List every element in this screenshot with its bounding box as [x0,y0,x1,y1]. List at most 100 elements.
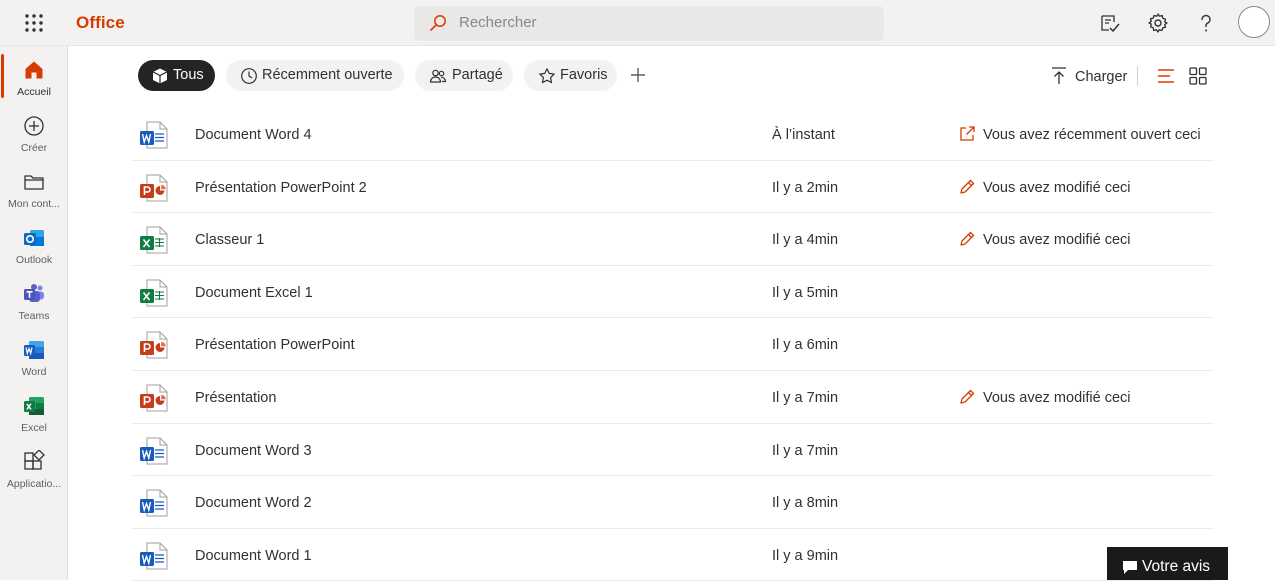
file-row[interactable]: Classeur 1 Il y a 4min Vous avez modifié c… [132,213,1214,266]
rail-item-label: Teams [18,310,50,322]
search-box[interactable] [415,6,883,39]
pencil-icon [958,388,976,406]
pencil-icon [958,230,976,248]
chat-icon [1123,561,1137,574]
file-modified-time: Il y a 7min [772,442,839,459]
rail-item-teams[interactable]: Teams [0,274,68,326]
excel-file-icon [139,225,169,255]
feedback-button[interactable]: Votre avis [1107,547,1228,580]
file-modified-time: Il y a 6min [772,337,839,354]
rail-item-my-content[interactable]: Mon cont... [0,162,68,214]
pencil-icon [958,178,976,196]
file-row[interactable]: Document Word 4 À l’instant Vous avez réce… [132,108,1214,161]
filter-tab-label: Partagé [452,67,503,83]
teams-icon [24,284,44,302]
account-avatar[interactable] [1238,6,1270,38]
filter-tab-label: Récemment ouverte [262,67,393,83]
file-modified-time: Il y a 5min [772,284,839,301]
add-circle-icon [24,116,44,136]
file-row[interactable]: Document Word 3 Il y a 7min [132,424,1214,477]
search-input[interactable] [459,6,859,39]
upload-label: Charger [1075,69,1128,85]
file-modified-time: Il y a 7min [772,389,839,406]
rail-item-create[interactable]: Créer [0,106,68,158]
rail-item-label: Applicatio... [6,478,62,490]
word-icon [24,341,44,359]
office-brand[interactable]: Office [76,13,125,33]
apps-icon [24,450,45,470]
file-name[interactable]: Présentation PowerPoint [195,337,355,353]
file-name[interactable]: Document Word 4 [195,127,312,143]
rail-item-label: Outlook [15,254,53,266]
file-modified-time: Il y a 4min [772,232,839,249]
file-row[interactable]: Document Word 1 Il y a 9min [132,529,1214,581]
upload-button[interactable]: Charger [1048,62,1130,90]
filter-tab-label: Tous [173,67,204,83]
file-activity: Vous avez modifié ceci [983,232,1131,249]
file-activity: Vous avez récemment ouvert ceci [983,127,1201,143]
home-icon [25,61,43,79]
tasks-icon[interactable] [1098,11,1122,35]
word-file-icon [139,488,169,518]
file-activity: Vous avez modifié ceci [983,179,1131,196]
upload-icon [1052,67,1066,84]
file-modified-time: À l’instant [772,127,835,143]
rail-item-home[interactable]: Accueil [0,50,68,102]
app-rail: Accueil Créer Mon cont... Outlook Teams … [0,46,68,580]
app-launcher-icon[interactable] [22,11,46,35]
filter-tab-label: Favoris [560,67,608,83]
rail-item-label: Créer [20,142,48,154]
word-file-icon [139,120,169,150]
file-name[interactable]: Document Excel 1 [195,285,313,301]
folder-icon [24,175,44,190]
powerpoint-file-icon [139,173,169,203]
rail-item-word[interactable]: Word [0,330,68,382]
rail-item-label: Accueil [17,86,51,98]
file-name[interactable]: Document Word 3 [195,443,312,459]
add-filter-icon[interactable] [628,65,648,85]
filter-tab-shared[interactable]: Partagé [415,60,513,91]
help-icon[interactable] [1194,11,1218,35]
file-name[interactable]: Présentation PowerPoint 2 [195,180,367,196]
file-name[interactable]: Classeur 1 [195,232,264,248]
rail-item-outlook[interactable]: Outlook [0,218,68,270]
file-row[interactable]: Document Word 2 Il y a 8min [132,476,1214,529]
file-modified-time: Il y a 9min [772,547,839,564]
feedback-label: Votre avis [1142,558,1211,575]
cube-icon [152,68,168,84]
file-modified-time: Il y a 8min [772,495,839,512]
settings-gear-icon[interactable] [1146,11,1170,35]
outlook-icon [24,230,44,246]
file-name[interactable]: Document Word 1 [195,548,312,564]
rail-item-label: Excel [21,422,47,434]
people-icon [429,69,447,83]
rail-item-label: Word [21,366,47,378]
file-name[interactable]: Présentation [195,390,276,406]
rail-item-excel[interactable]: Excel [0,386,68,438]
word-file-icon [139,436,169,466]
filter-tab-recent[interactable]: Récemment ouverte [226,60,404,91]
file-row[interactable]: Présentation PowerPoint Il y a 6min [132,318,1214,371]
file-row[interactable]: Présentation Il y a 7min Vous avez modifié… [132,371,1214,424]
file-row[interactable]: Document Excel 1 Il y a 5min [132,266,1214,319]
excel-icon [24,397,44,415]
toolbar-divider [1137,66,1138,86]
search-icon [430,15,446,31]
file-row[interactable]: Présentation PowerPoint 2 Il y a 2min Vous… [132,161,1214,214]
list-view-icon[interactable] [1155,65,1177,87]
filter-tab-all[interactable]: Tous [138,60,215,91]
powerpoint-file-icon [139,383,169,413]
grid-view-icon[interactable] [1187,65,1209,87]
file-list: Document Word 4 À l’instant Vous avez réce… [132,108,1214,581]
file-name[interactable]: Document Word 2 [195,495,312,511]
word-file-icon [139,541,169,571]
clock-icon [241,68,257,84]
rail-item-applications[interactable]: Applicatio... [0,442,68,494]
top-bar: Office [0,0,1275,46]
open-icon [958,125,976,143]
file-modified-time: Il y a 2min [772,179,839,196]
filter-tab-favorites[interactable]: Favoris [524,60,617,91]
rail-item-label: Mon cont... [8,198,60,210]
excel-file-icon [139,278,169,308]
file-activity: Vous avez modifié ceci [983,389,1131,406]
